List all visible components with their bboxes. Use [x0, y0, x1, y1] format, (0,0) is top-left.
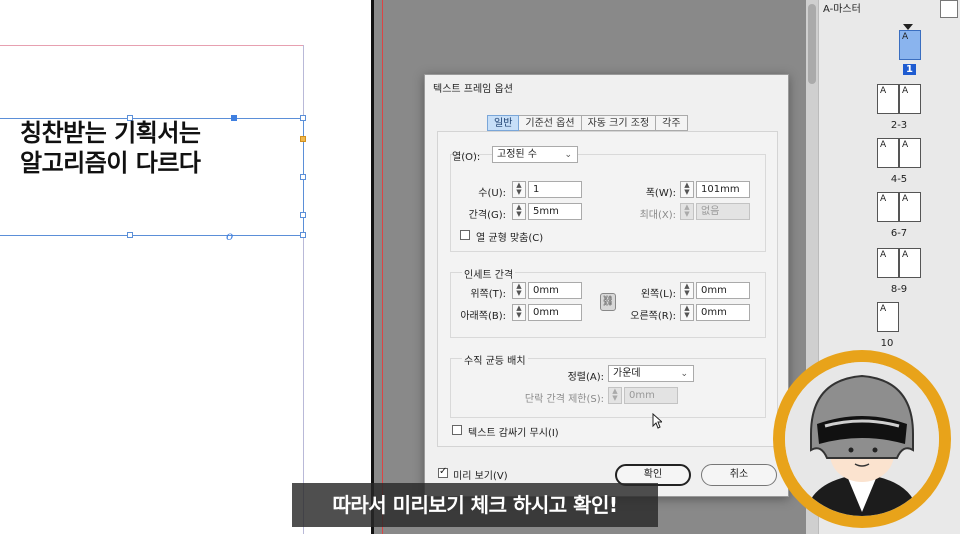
bleed-guide [382, 0, 383, 534]
spread-label: 8-9 [890, 284, 908, 295]
align-select[interactable]: 가운데 ⌄ [608, 365, 694, 382]
preview-checkbox[interactable] [438, 466, 448, 478]
columns-type-select[interactable]: 고정된 수 ⌄ [492, 146, 578, 163]
page-master-letter: A [902, 86, 909, 96]
inset-top-label: 위쪽(T): [470, 289, 506, 300]
tab-auto-size[interactable]: 자동 크기 조정 [581, 115, 657, 131]
spread-label: 6-7 [890, 228, 908, 239]
spread-2-3-right[interactable]: A [899, 84, 921, 114]
inset-top-stepper[interactable]: ▲ ▼ [512, 282, 526, 299]
page-top-margin-guide [0, 45, 304, 46]
gutter-stepper[interactable]: ▲ ▼ [512, 203, 526, 220]
heading-line-1: 칭찬받는 기획서는 [20, 119, 201, 147]
width-field[interactable]: 101mm [696, 181, 750, 198]
inset-top-field[interactable]: 0mm [528, 282, 582, 299]
tab-footnotes[interactable]: 각주 [656, 115, 688, 131]
document-canvas[interactable]: 칭찬받는 기획서는 알고리즘이 다르다 o [0, 0, 372, 534]
page-master-letter: A [880, 194, 887, 204]
paragraph-spacing-stepper: ▲ ▼ [608, 387, 622, 404]
master-page-thumbnail[interactable] [940, 0, 958, 18]
video-subtitle: 따라서 미리보기 체크 하시고 확인! [292, 483, 658, 527]
inset-right-field[interactable]: 0mm [696, 304, 750, 321]
width-label: 폭(W): [645, 188, 676, 199]
scrollbar-thumb[interactable] [808, 4, 816, 84]
helmet-character-icon [785, 362, 939, 516]
frame-handle-bottom-middle[interactable] [127, 232, 133, 238]
gutter-field[interactable]: 5mm [528, 203, 582, 220]
frame-out-port-handle[interactable] [300, 136, 306, 142]
paragraph-spacing-limit-label: 단락 간격 제한(S): [524, 394, 604, 405]
page-1-thumbnail[interactable]: A [899, 30, 921, 60]
avatar-illustration [785, 362, 939, 516]
align-value: 가운데 [613, 368, 641, 379]
frame-in-port-handle[interactable] [231, 115, 237, 121]
inset-left-label: 왼쪽(L): [640, 289, 676, 300]
spread-4-5-left[interactable]: A [877, 138, 899, 168]
width-stepper[interactable]: ▲ ▼ [680, 181, 694, 198]
inset-bottom-field[interactable]: 0mm [528, 304, 582, 321]
page-master-letter: A [902, 140, 909, 150]
inset-right-stepper[interactable]: ▲ ▼ [680, 304, 694, 321]
spread-2-3-left[interactable]: A [877, 84, 899, 114]
inset-group-title: 인세트 간격 [462, 266, 516, 281]
inset-left-field[interactable]: 0mm [696, 282, 750, 299]
ignore-text-wrap-label: 텍스트 감싸기 무시(I) [468, 428, 559, 439]
page-master-letter: A [880, 250, 887, 260]
count-stepper[interactable]: ▲ ▼ [512, 181, 526, 198]
master-label[interactable]: A-마스터 [823, 0, 861, 15]
page-master-letter: A [902, 194, 909, 204]
text-frame-options-dialog: 텍스트 프레임 옵션 일반 기준선 옵션 자동 크기 조정 각주 열(O): 고… [424, 74, 789, 497]
paragraph-spacing-field: 0mm [624, 387, 678, 404]
dialog-title: 텍스트 프레임 옵션 [433, 84, 513, 95]
spread-4-5-right[interactable]: A [899, 138, 921, 168]
spread-8-9-right[interactable]: A [899, 248, 921, 278]
gutter-label: 간격(G): [468, 210, 506, 221]
spread-6-7-left[interactable]: A [877, 192, 899, 222]
vertical-justification-title: 수직 균등 배치 [462, 352, 528, 367]
spread-6-7-right[interactable]: A [899, 192, 921, 222]
count-label: 수(U): [478, 188, 506, 199]
spread-label: 10 [880, 338, 894, 349]
frame-handle-top-right[interactable] [300, 115, 306, 121]
tab-content-general: 열(O): 고정된 수 ⌄ 수(U): ▲ ▼ 1 폭(W): ▲ ▼ 101mm 간… [437, 131, 778, 447]
page-master-letter: A [880, 140, 887, 150]
inset-left-stepper[interactable]: ▲ ▼ [680, 282, 694, 299]
cancel-button[interactable]: 취소 [701, 464, 777, 486]
max-label: 최대(X): [639, 210, 676, 221]
frame-handle-bottom-right[interactable] [300, 232, 306, 238]
page-master-letter: A [880, 86, 887, 96]
chevron-down-icon: ⌄ [564, 150, 572, 160]
tab-baseline-options[interactable]: 기준선 옵션 [519, 115, 582, 131]
balance-columns-label: 열 균형 맞춤(C) [476, 233, 544, 244]
preview-label: 미리 보기(V) [453, 471, 508, 482]
page-1-label: 1 [903, 64, 916, 75]
chevron-down-icon: ⌄ [680, 369, 688, 379]
balance-columns-checkbox[interactable] [460, 230, 470, 240]
dialog-tabs: 일반 기준선 옵션 자동 크기 조정 각주 [487, 115, 688, 131]
tab-general[interactable]: 일반 [487, 115, 520, 131]
mouse-cursor-icon [652, 413, 662, 429]
heading-line-2: 알고리즘이 다르다 [20, 149, 201, 177]
spread-label: 4-5 [890, 174, 908, 185]
spread-8-9-left[interactable]: A [877, 248, 899, 278]
columns-type-value: 고정된 수 [497, 149, 537, 160]
columns-label: 열(O): [452, 152, 481, 163]
page-master-letter: A [902, 250, 909, 260]
max-field: 없음 [696, 203, 750, 220]
page-master-letter: A [880, 304, 887, 314]
inset-bottom-label: 아래쪽(B): [460, 311, 506, 322]
ignore-text-wrap-checkbox[interactable] [452, 425, 462, 435]
thread-link-icon: o [226, 229, 234, 243]
frame-handle-middle-right[interactable] [300, 174, 306, 180]
frame-heading-text: 칭찬받는 기획서는 알고리즘이 다르다 [20, 118, 201, 178]
page-10-thumbnail[interactable]: A [877, 302, 899, 332]
inset-bottom-stepper[interactable]: ▲ ▼ [512, 304, 526, 321]
count-field[interactable]: 1 [528, 181, 582, 198]
inset-right-label: 오른쪽(R): [630, 311, 676, 322]
max-stepper: ▲ ▼ [680, 203, 694, 220]
frame-handle-lower-right[interactable] [300, 212, 306, 218]
page-master-letter: A [902, 32, 909, 42]
align-label: 정렬(A): [567, 372, 604, 383]
spread-label: 2-3 [890, 120, 908, 131]
